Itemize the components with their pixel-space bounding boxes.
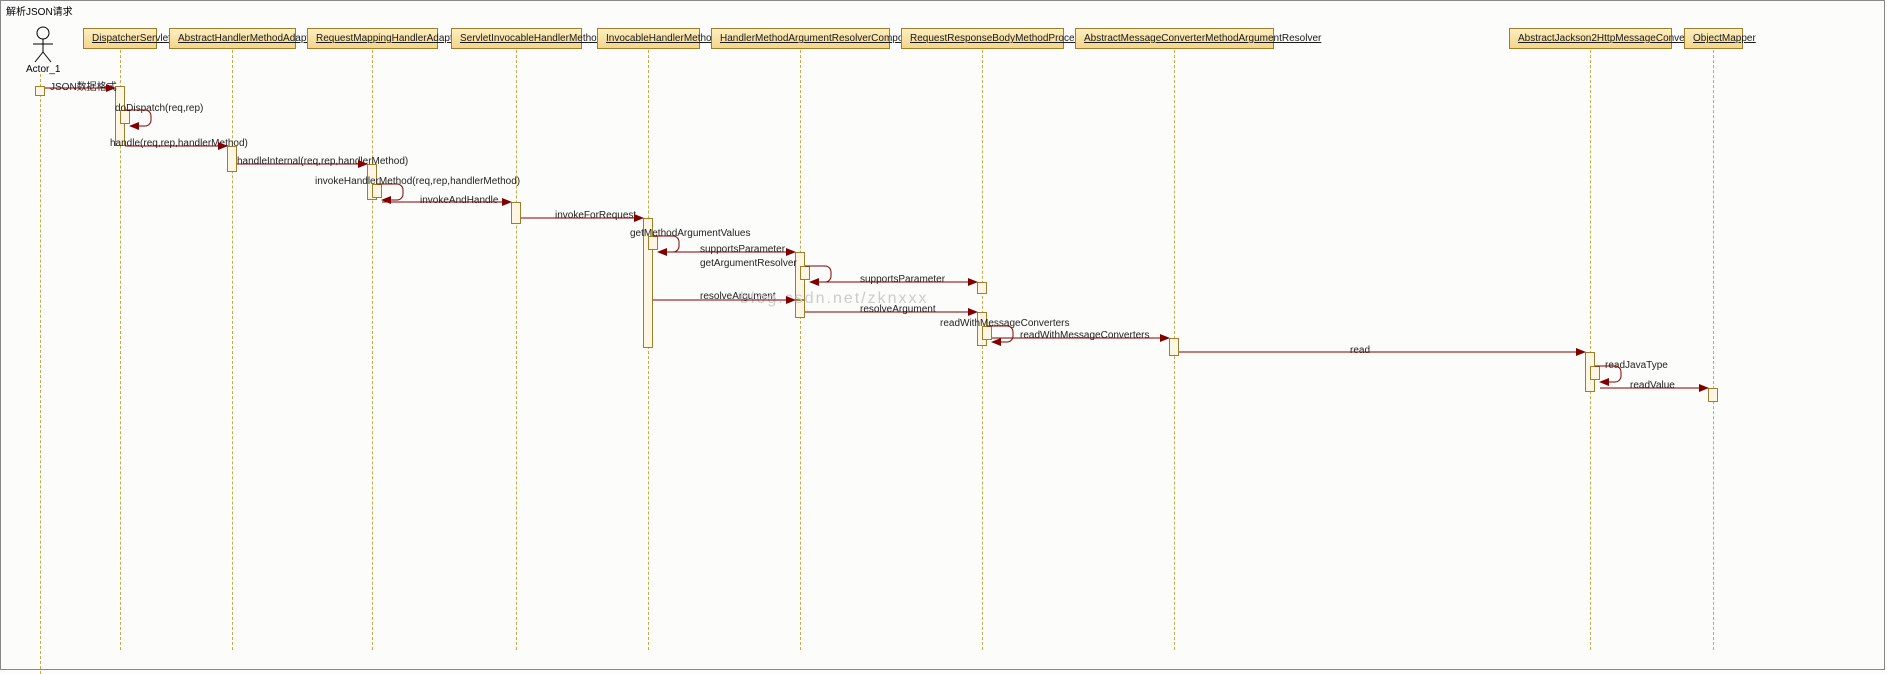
lifeline (648, 50, 649, 650)
participant-p7: AbstractMessageConverterMethodArgumentRe… (1075, 28, 1274, 49)
message-label: invokeAndHandle (420, 195, 498, 206)
watermark: blog.csdn.net/zknxxx (740, 290, 929, 308)
activation (800, 266, 810, 280)
participant-p4: InvocableHandlerMethod (597, 28, 700, 49)
participant-p9: ObjectMapper (1684, 28, 1743, 49)
message-label: getMethodArgumentValues (630, 228, 750, 239)
actor: Actor_1 (26, 26, 60, 75)
actor-icon (29, 26, 57, 64)
participant-p3: ServletInvocableHandlerMethod (451, 28, 582, 49)
message-label: handle(req,rep,handlerMethod) (110, 138, 248, 149)
message-label: doDispatch(req,rep) (115, 103, 203, 114)
activation (227, 146, 237, 172)
message-label: read (1350, 345, 1370, 356)
participant-p1: AbstractHandlerMethodAdapter (169, 28, 296, 49)
activation (1708, 388, 1718, 402)
message-label: readWithMessageConverters (1020, 330, 1150, 341)
message-label: invokeHandlerMethod(req,rep,handlerMetho… (315, 176, 520, 187)
frame-title: 解析JSON请求 (2, 2, 77, 19)
participant-p8: AbstractJackson2HttpMessageConverter (1509, 28, 1672, 49)
message-label: supportsParameter (860, 274, 945, 285)
lifeline (1590, 50, 1591, 650)
message-label: invokeForRequest (555, 210, 636, 221)
participant-p6: RequestResponseBodyMethodProcessor (901, 28, 1064, 49)
participant-p5: HandlerMethodArgumentResolverComposite (711, 28, 890, 49)
lifeline (516, 50, 517, 650)
message-label: getArgumentResolver (700, 258, 797, 269)
message-label: handleInternal(req,rep,handlerMethod) (237, 156, 408, 167)
sequence-frame (0, 0, 1885, 670)
activation (1590, 366, 1600, 380)
activation (511, 202, 521, 224)
activation (977, 282, 987, 294)
lifeline (40, 74, 41, 674)
lifeline (982, 50, 983, 650)
lifeline (800, 50, 801, 650)
message-label: supportsParameter (700, 244, 785, 255)
lifeline (372, 50, 373, 650)
lifeline (1713, 50, 1714, 650)
activation (1169, 338, 1179, 356)
participant-p2: RequestMappingHandlerAdapter (307, 28, 438, 49)
message-label: JSON数据格式 (50, 78, 117, 93)
actor-label: Actor_1 (26, 64, 60, 75)
activation (35, 86, 45, 96)
message-label: readJavaType (1605, 360, 1668, 371)
message-label: readValue (1630, 380, 1675, 391)
participant-p0: DispatcherServlet (83, 28, 157, 49)
message-label: readWithMessageConverters (940, 318, 1070, 329)
